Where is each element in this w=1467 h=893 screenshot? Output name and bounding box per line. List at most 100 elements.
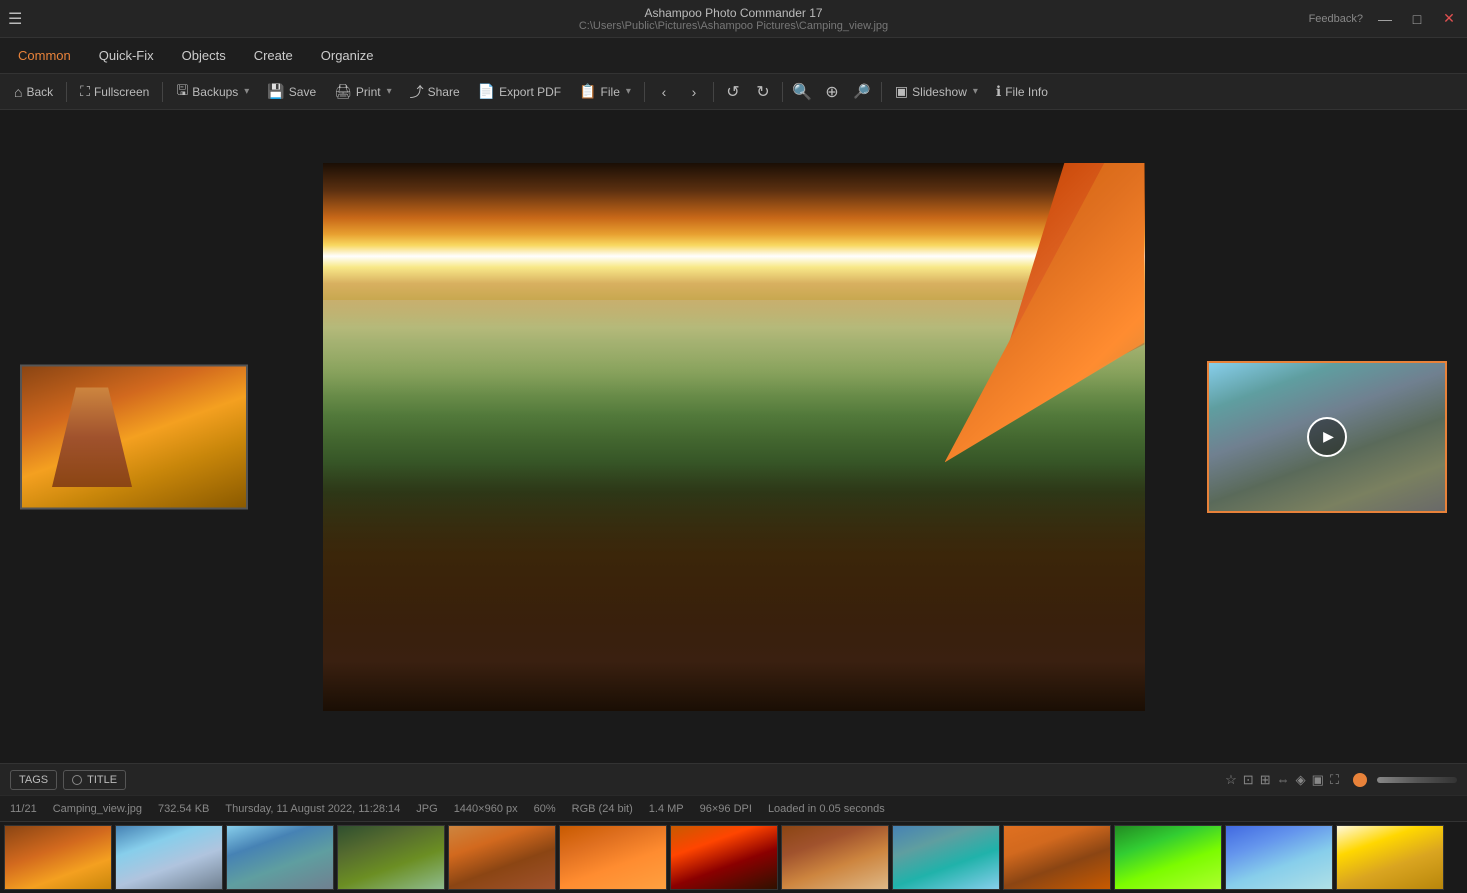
toolbar-separator bbox=[66, 82, 67, 102]
main-area: TAGS TITLE ☆ ⊡ ⊞ ⇔ ◈ ▣ ⛶ 11/21 Camping_v… bbox=[0, 110, 1467, 893]
filmstrip-thumb-5[interactable] bbox=[448, 825, 556, 890]
feedback-button[interactable]: Feedback? bbox=[1309, 13, 1363, 25]
tab-common[interactable]: Common bbox=[4, 42, 85, 69]
crop-icon[interactable]: ⊡ bbox=[1243, 772, 1254, 788]
monitor-icon[interactable]: ▣ bbox=[1312, 772, 1324, 788]
tab-objects[interactable]: Objects bbox=[168, 42, 240, 69]
zoom-fit-button[interactable]: ⊕ bbox=[818, 78, 846, 106]
compare-icon[interactable]: ⊞ bbox=[1260, 772, 1271, 788]
expand-icon[interactable]: ⛶ bbox=[1330, 772, 1339, 788]
app-path: C:\Users\Public\Pictures\Ashampoo Pictur… bbox=[579, 20, 888, 32]
progress-slider[interactable] bbox=[1377, 777, 1457, 783]
zoom-out-button[interactable]: 🔍 bbox=[788, 78, 816, 106]
hamburger-menu-icon[interactable]: ☰ bbox=[8, 9, 22, 29]
fullscreen-button[interactable]: ⛶ Fullscreen bbox=[72, 79, 157, 104]
titlebar-title-wrap: Ashampoo Photo Commander 17 C:\Users\Pub… bbox=[0, 6, 1467, 32]
tab-organize[interactable]: Organize bbox=[307, 42, 388, 69]
backups-button[interactable]: 🖫 Backups ▾ bbox=[168, 76, 257, 108]
filmstrip-thumb-11[interactable] bbox=[1114, 825, 1222, 890]
filmstrip-thumb-3[interactable] bbox=[226, 825, 334, 890]
toolbar-separator-5 bbox=[782, 82, 783, 102]
right-thumbnail[interactable] bbox=[1207, 361, 1447, 513]
dpi-info: 96×96 DPI bbox=[700, 803, 752, 815]
file-icon: 📋 bbox=[579, 83, 596, 100]
close-button[interactable]: ✕ bbox=[1439, 10, 1459, 27]
toolbar-separator-3 bbox=[644, 82, 645, 102]
file-date: Thursday, 11 August 2022, 11:28:14 bbox=[225, 803, 400, 815]
next-image-button[interactable]: › bbox=[680, 78, 708, 106]
filmstrip-thumb-12[interactable] bbox=[1225, 825, 1333, 890]
maximize-button[interactable]: □ bbox=[1407, 11, 1427, 27]
left-thumbnail-image bbox=[22, 366, 246, 507]
filmstrip-thumb-1[interactable] bbox=[4, 825, 112, 890]
toolbar-separator-2 bbox=[162, 82, 163, 102]
rotate-cw-button[interactable]: ↻ bbox=[749, 78, 777, 106]
tab-quickfix[interactable]: Quick-Fix bbox=[85, 42, 168, 69]
back-icon: ⌂ bbox=[14, 84, 22, 100]
left-thumbnail[interactable] bbox=[20, 364, 248, 509]
minimize-button[interactable]: — bbox=[1375, 11, 1395, 27]
main-image bbox=[323, 163, 1145, 711]
filmstrip-img-9 bbox=[893, 826, 999, 889]
rotate-ccw-button[interactable]: ↺ bbox=[719, 78, 747, 106]
title-dot-indicator bbox=[72, 775, 82, 785]
fileinfo-bar: 11/21 Camping_view.jpg 732.54 KB Thursda… bbox=[0, 795, 1467, 821]
share-button[interactable]: ⤴ Share bbox=[402, 78, 468, 106]
tab-create[interactable]: Create bbox=[240, 42, 307, 69]
filmstrip-thumb-2[interactable] bbox=[115, 825, 223, 890]
toolbar: ⌂ Back ⛶ Fullscreen 🖫 Backups ▾ 💾 Save 🖨… bbox=[0, 74, 1467, 110]
app-title: Ashampoo Photo Commander 17 bbox=[644, 6, 822, 20]
back-button[interactable]: ⌂ Back bbox=[6, 80, 61, 104]
title-label: TITLE bbox=[87, 774, 117, 786]
save-icon: 💾 bbox=[267, 83, 284, 100]
toolbar-separator-4 bbox=[713, 82, 714, 102]
file-dropdown-arrow: ▾ bbox=[626, 86, 631, 97]
titlebar-right: Feedback? — □ ✕ bbox=[1309, 10, 1459, 27]
color-icon[interactable]: ◈ bbox=[1296, 772, 1306, 788]
print-button[interactable]: 🖨 Print ▾ bbox=[326, 79, 400, 104]
export-pdf-button[interactable]: 📄 Export PDF bbox=[470, 79, 569, 104]
file-format: JPG bbox=[416, 803, 437, 815]
filesize: 732.54 KB bbox=[158, 803, 209, 815]
zoom-in-button[interactable]: 🔎 bbox=[848, 78, 876, 106]
filmstrip-img-3 bbox=[227, 826, 333, 889]
title-button[interactable]: TITLE bbox=[63, 770, 126, 790]
tags-button[interactable]: TAGS bbox=[10, 770, 57, 790]
filmstrip-img-5 bbox=[449, 826, 555, 889]
file-dimensions: 1440×960 px bbox=[454, 803, 518, 815]
save-button[interactable]: 💾 Save bbox=[259, 79, 324, 104]
print-icon: 🖨 bbox=[334, 83, 352, 100]
filmstrip-img-4 bbox=[338, 826, 444, 889]
filmstrip-img-12 bbox=[1226, 826, 1332, 889]
filmstrip-thumb-10[interactable] bbox=[1003, 825, 1111, 890]
backups-icon: 🖫 bbox=[176, 80, 188, 104]
filmstrip-img-6 bbox=[560, 826, 666, 889]
zoom-level: 60% bbox=[534, 803, 556, 815]
haze-layer bbox=[323, 300, 1145, 437]
filmstrip-thumb-4[interactable] bbox=[337, 825, 445, 890]
filmstrip-thumb-6[interactable] bbox=[559, 825, 667, 890]
status-icons: ☆ ⊡ ⊞ ⇔ ◈ ▣ ⛶ bbox=[1225, 772, 1457, 788]
prev-image-button[interactable]: ‹ bbox=[650, 78, 678, 106]
right-thumbnail-image bbox=[1209, 363, 1445, 511]
filmstrip-thumb-7[interactable] bbox=[670, 825, 778, 890]
filmstrip-thumb-8[interactable] bbox=[781, 825, 889, 890]
share-icon: ⤴ bbox=[410, 82, 424, 102]
filmstrip-img-1 bbox=[5, 826, 111, 889]
export-pdf-icon: 📄 bbox=[478, 83, 495, 100]
flip-icon[interactable]: ⇔ bbox=[1277, 772, 1290, 787]
backups-dropdown-arrow: ▾ bbox=[244, 86, 249, 97]
filmstrip-thumb-13[interactable] bbox=[1336, 825, 1444, 890]
play-button-overlay[interactable] bbox=[1307, 417, 1347, 457]
file-index: 11/21 bbox=[10, 803, 37, 815]
status-bar: TAGS TITLE ☆ ⊡ ⊞ ⇔ ◈ ▣ ⛶ bbox=[0, 763, 1467, 795]
filmstrip-img-7 bbox=[671, 826, 777, 889]
slideshow-dropdown-arrow: ▾ bbox=[973, 86, 978, 97]
file-button[interactable]: 📋 File ▾ bbox=[571, 79, 639, 104]
filmstrip-img-11 bbox=[1115, 826, 1221, 889]
filmstrip-thumb-9[interactable] bbox=[892, 825, 1000, 890]
slideshow-button[interactable]: ▣ Slideshow ▾ bbox=[887, 79, 986, 104]
fullscreen-icon: ⛶ bbox=[80, 83, 90, 100]
file-info-button[interactable]: ℹ File Info bbox=[988, 79, 1056, 104]
star-icon[interactable]: ☆ bbox=[1225, 772, 1237, 788]
